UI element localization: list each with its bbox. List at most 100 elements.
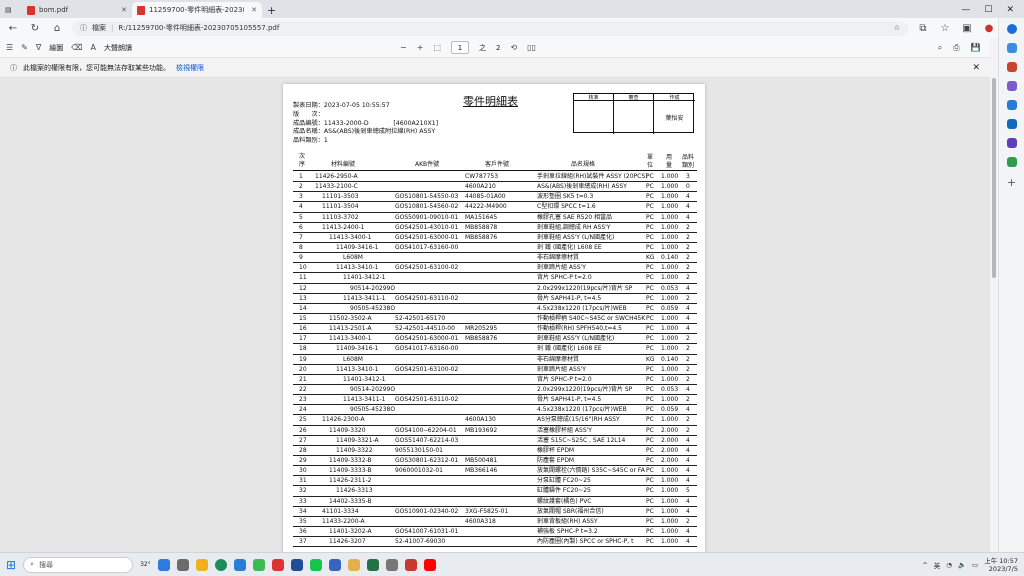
new-tab-button[interactable]: +	[262, 2, 281, 18]
tray-expand-icon[interactable]: ^	[922, 561, 927, 569]
read-aloud-label[interactable]: 大聲朗讀	[104, 43, 132, 53]
tab-current-pdf[interactable]: 11259700-零件明細表-20230705... ✕	[132, 2, 262, 18]
contents-icon[interactable]: ☰	[6, 43, 13, 52]
url-text: R:/11259700-零件明細表-20230705105557.pdf	[118, 24, 280, 32]
cell-unit: PC	[646, 477, 654, 485]
excel-icon[interactable]	[366, 558, 379, 571]
home-icon[interactable]: ⌂	[50, 23, 64, 34]
taskview-icon[interactable]	[157, 558, 170, 571]
rotate-icon[interactable]: ⟲	[510, 43, 517, 52]
cell-unit: PC	[646, 396, 654, 404]
cell-cat: 4	[686, 304, 690, 312]
scrollbar-thumb[interactable]	[992, 78, 996, 278]
office-icon[interactable]	[1006, 100, 1017, 110]
app-icon[interactable]	[385, 558, 398, 571]
app-icon[interactable]	[233, 558, 246, 571]
save-icon[interactable]: 💾	[971, 43, 981, 53]
vertical-scrollbar[interactable]	[990, 38, 998, 552]
edge-icon[interactable]	[214, 558, 227, 571]
zoom-in-button[interactable]: +	[417, 43, 424, 52]
maker-name: 葉怡安	[665, 115, 684, 122]
header-cat: 品料 類別	[682, 154, 695, 169]
cell-unit: PC	[646, 456, 654, 464]
cell-no: 21	[299, 375, 307, 383]
app-icon[interactable]	[328, 558, 341, 571]
extension-icon[interactable]: ●	[982, 23, 996, 34]
collections-icon[interactable]: ▣	[960, 23, 974, 34]
zoom-out-button[interactable]: −	[400, 43, 407, 52]
cell-akb: GOS42501-63000-01	[395, 335, 459, 343]
refresh-icon[interactable]: ↻	[28, 23, 42, 34]
view-permissions-link[interactable]: 檢視權限	[176, 63, 204, 73]
cell-no: 9	[299, 254, 303, 262]
fit-page-icon[interactable]: ⬚	[433, 43, 441, 52]
close-icon[interactable]: ✕	[121, 6, 127, 14]
cell-cat: 2	[686, 264, 690, 272]
explorer-icon[interactable]	[195, 558, 208, 571]
cell-qty: 0.053	[661, 284, 679, 292]
back-icon[interactable]: ←	[6, 23, 20, 34]
sheets-icon[interactable]	[1006, 157, 1017, 167]
url-input[interactable]: ⓘ 檔案 | R:/11259700-零件明細表-20230705105557.…	[72, 20, 908, 36]
cell-no: 36	[299, 527, 307, 535]
page-number-input[interactable]: 1	[451, 41, 469, 54]
volume-icon[interactable]: 🔈	[958, 561, 966, 569]
cell-cust: MA151645	[465, 213, 498, 221]
split-screen-icon[interactable]: ⧉	[916, 23, 930, 34]
print-icon[interactable]: ⎙	[953, 43, 959, 53]
input-method[interactable]: 英	[934, 560, 941, 570]
cell-name: 作動槓桿(RH) SPFH540,t=4.5	[537, 325, 622, 333]
weather-widget[interactable]: 32°	[140, 561, 151, 568]
cell-unit: PC	[646, 314, 654, 322]
favorites-icon[interactable]: ☆	[938, 23, 952, 34]
bing-icon[interactable]	[1006, 24, 1017, 34]
app-icon[interactable]	[176, 558, 189, 571]
draw-label[interactable]: 繪圖	[49, 43, 63, 53]
cell-no: 27	[299, 436, 307, 444]
app-icon[interactable]	[404, 558, 417, 571]
cell-cat: 4	[686, 467, 690, 475]
favorite-star-icon[interactable]: ☆	[894, 24, 900, 32]
highlight-icon[interactable]: ✎	[21, 43, 28, 52]
close-icon[interactable]: ✕	[251, 6, 257, 14]
cell-part: 11401-3412-1	[343, 274, 386, 282]
close-icon[interactable]: ✕	[972, 63, 980, 73]
taskbar-search-input[interactable]: ⌕ 搜尋	[23, 556, 134, 573]
cell-cust: 4600A318	[465, 517, 496, 525]
games-icon[interactable]	[1006, 81, 1017, 91]
table-row: 8 11409-3416-1 GOS41017-63160-00 剎 鐵 (國產化) …	[293, 243, 697, 254]
search-icon[interactable]: ⌕	[938, 43, 942, 53]
battery-icon[interactable]: ▭	[972, 561, 978, 569]
designer-icon[interactable]	[1006, 138, 1017, 148]
youtube-icon[interactable]	[423, 558, 436, 571]
app-icon[interactable]	[347, 558, 360, 571]
table-row: 10 11413-3410-1 GOS42501-63100-02 剎車蹄片組 ASS…	[293, 263, 697, 274]
pdf-viewer[interactable]: 零件明細表 製表日期：2023-07-05 10:55:57 版 次： 成品編號…	[0, 78, 990, 552]
draw-icon[interactable]: ∇	[36, 43, 41, 52]
cell-cust: MB858876	[465, 233, 498, 241]
add-icon[interactable]: +	[1007, 176, 1016, 189]
outlook-icon[interactable]	[1006, 119, 1017, 129]
app-icon[interactable]	[252, 558, 265, 571]
toolbox-icon[interactable]	[1006, 62, 1017, 72]
cell-name: C型扣環 SPCC t=1.6	[537, 203, 596, 211]
tab-title: 11259700-零件明細表-20230705...	[149, 6, 244, 14]
two-page-icon[interactable]: ▯▯	[527, 43, 536, 52]
tab-actions-button[interactable]: ▤	[0, 2, 22, 18]
maximize-icon[interactable]: ☐	[984, 5, 992, 15]
close-window-icon[interactable]: ✕	[1006, 5, 1014, 15]
minimize-icon[interactable]: —	[961, 5, 970, 15]
app-icon[interactable]	[290, 558, 303, 571]
cell-no: 17	[299, 335, 307, 343]
read-aloud-icon[interactable]: A	[91, 43, 96, 52]
eraser-icon[interactable]: ⌫	[71, 43, 82, 52]
tag-icon[interactable]	[1006, 43, 1017, 53]
start-icon[interactable]: ⊞	[6, 558, 16, 572]
clock[interactable]: 上午 10:57 2023/7/5	[984, 557, 1018, 573]
cell-part: 11401-3412-1	[343, 375, 386, 383]
app-icon[interactable]	[271, 558, 284, 571]
tab-bom[interactable]: bom.pdf ✕	[22, 2, 132, 18]
line-icon[interactable]	[309, 558, 322, 571]
wifi-icon[interactable]: ◔	[946, 561, 952, 569]
cell-akb: 9060001032-01	[395, 467, 443, 475]
